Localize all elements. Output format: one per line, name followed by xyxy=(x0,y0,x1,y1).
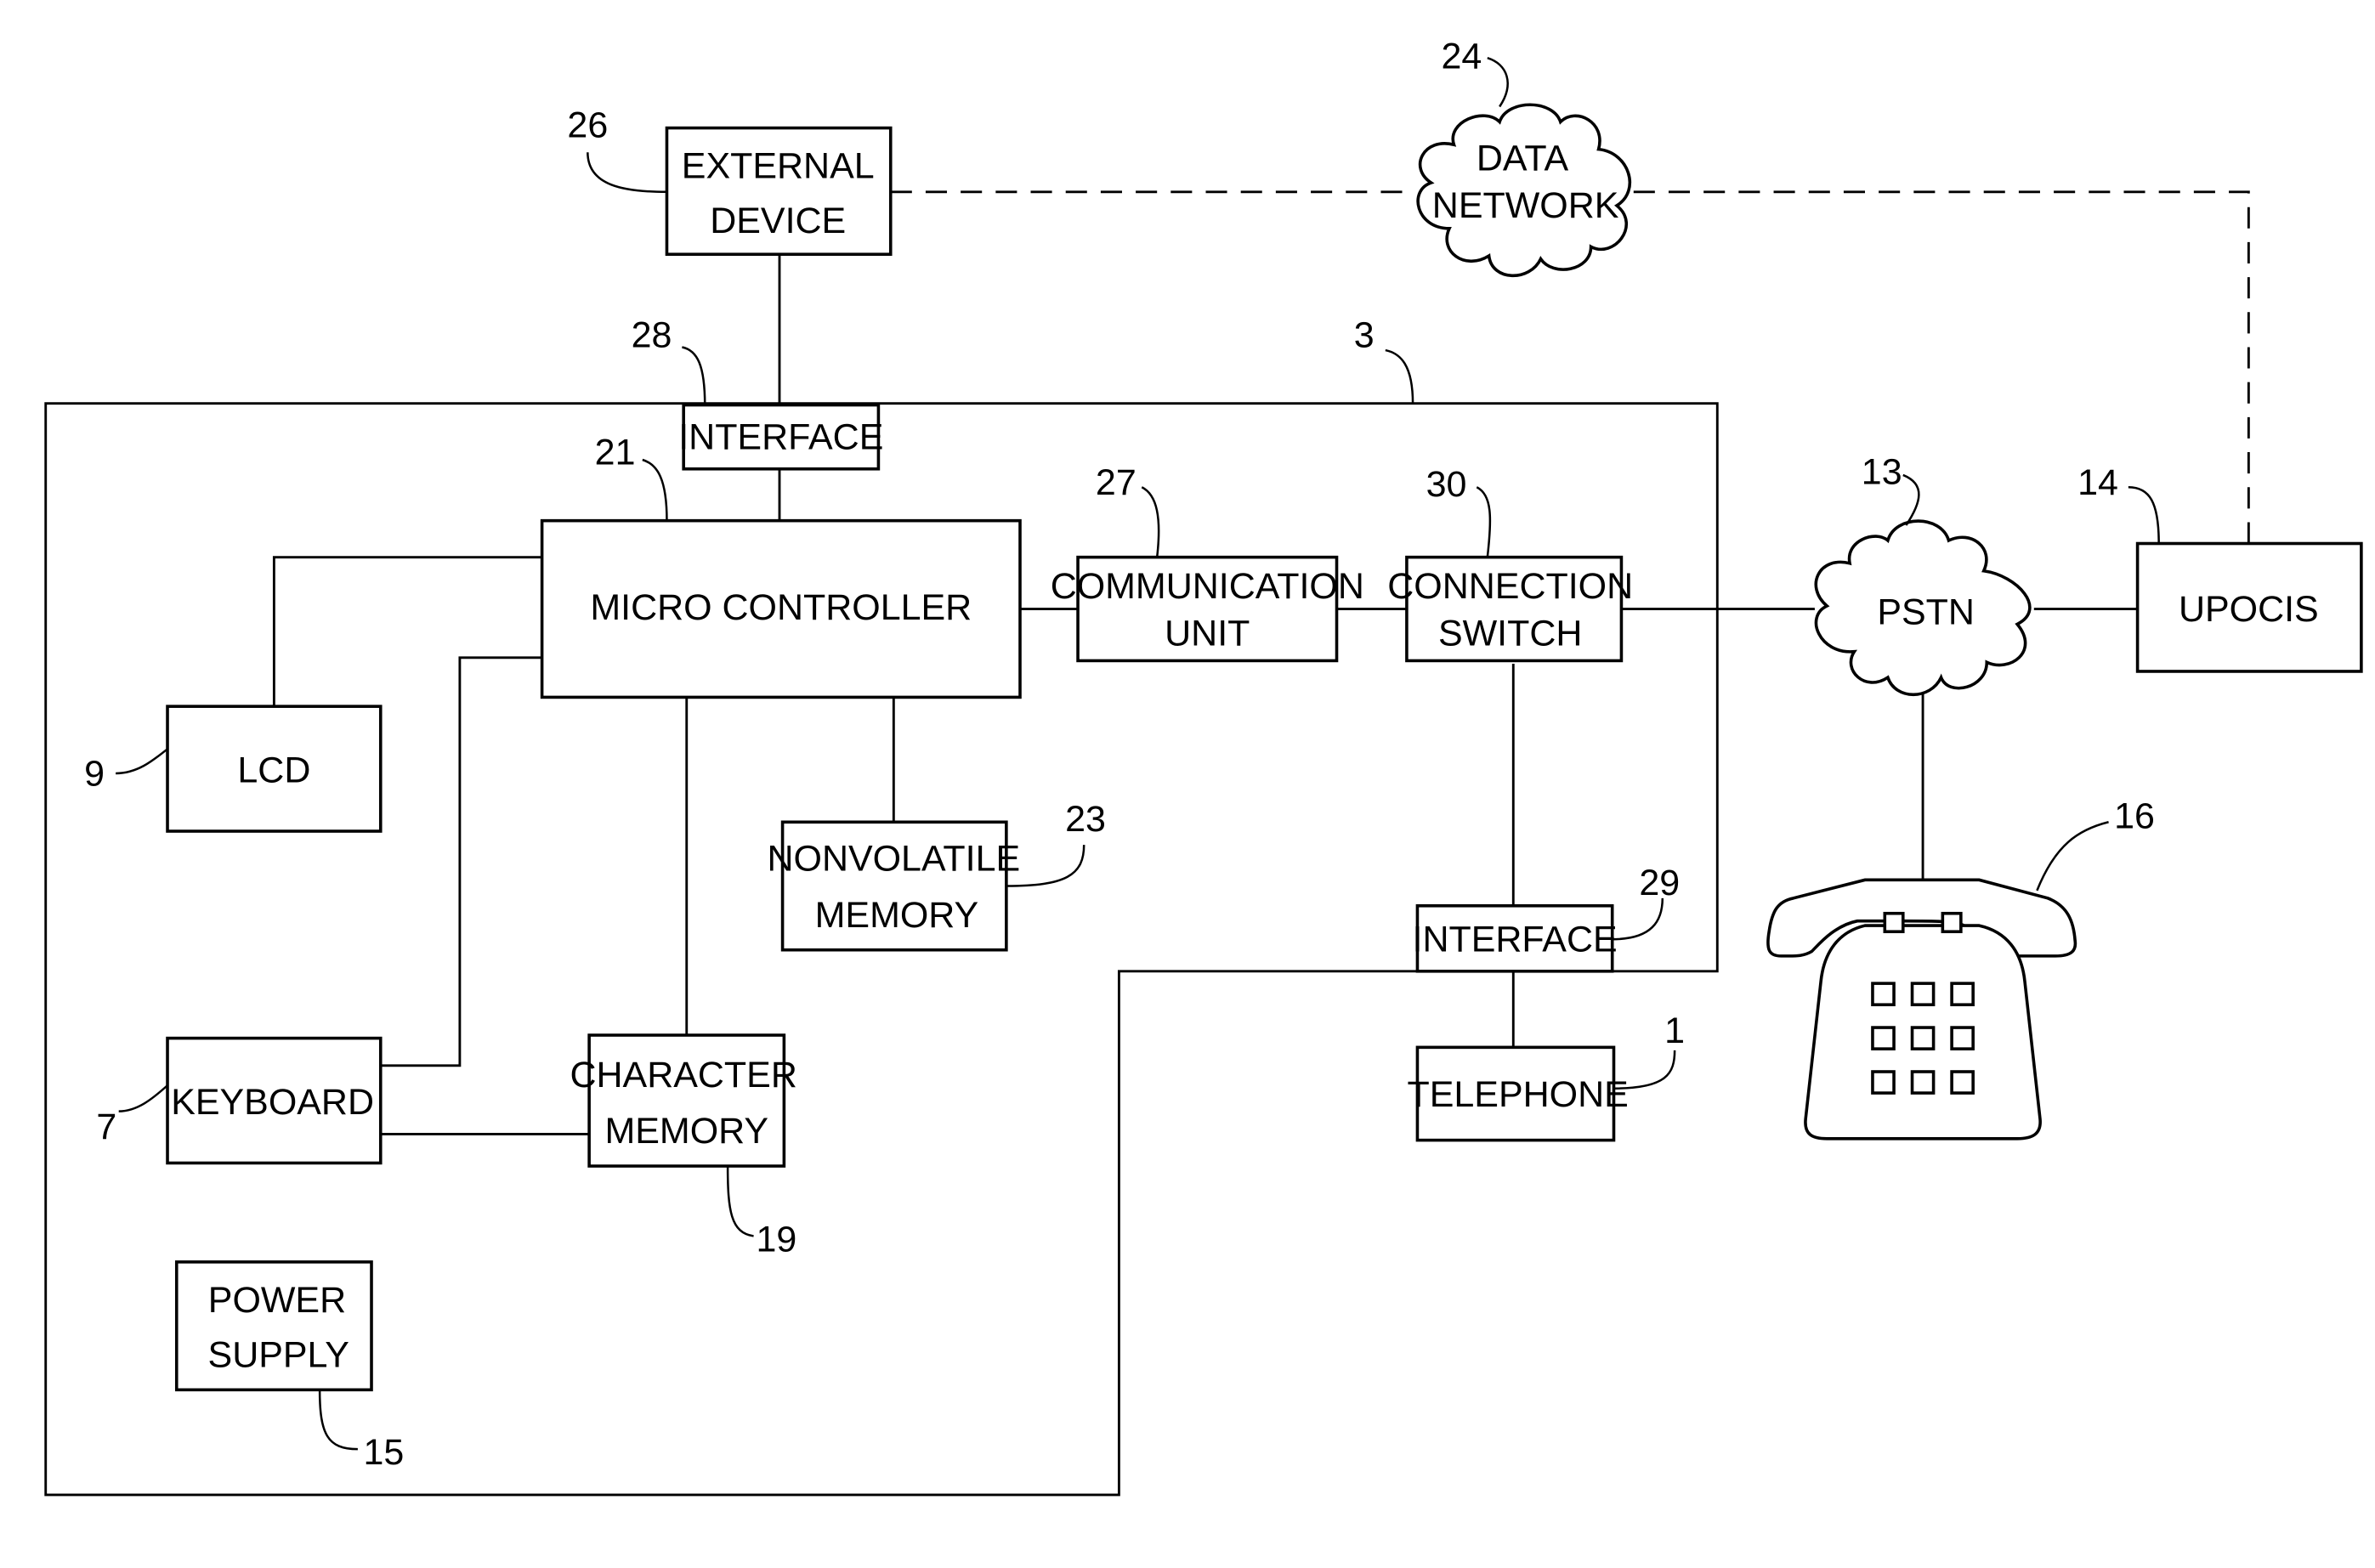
ref-7: 7 xyxy=(96,1107,116,1147)
connection-switch-label-2: SWITCH xyxy=(1438,614,1582,654)
power-supply-block: POWER SUPPLY xyxy=(174,1260,373,1392)
block-diagram: EXTERNAL DEVICE 26 DATA NETWORK 24 INTER… xyxy=(44,37,2363,1497)
pstn-cloud: PSTN xyxy=(1814,519,2032,697)
ref-15: 15 xyxy=(363,1432,404,1473)
telephone-label: TELEPHONE xyxy=(1408,1074,1629,1115)
external-device-block: EXTERNAL DEVICE xyxy=(665,126,893,257)
power-supply-label-2: SUPPLY xyxy=(208,1334,349,1375)
ref-1: 1 xyxy=(1664,1010,1685,1051)
telephone-block: TELEPHONE xyxy=(1408,1045,1629,1142)
ref-26: 26 xyxy=(567,105,608,145)
dashed-link-datanet-upocis xyxy=(1633,190,2250,544)
nonvolatile-memory-label-1: NONVOLATILE xyxy=(767,839,1020,880)
communication-unit-label-1: COMMUNICATION xyxy=(1051,566,1364,607)
micro-controller-block: MICRO CONTROLLER xyxy=(540,518,1022,699)
ref-23: 23 xyxy=(1065,799,1106,840)
upocis-block: UPOCIS xyxy=(2135,541,2363,673)
keyboard-label: KEYBOARD xyxy=(171,1082,374,1123)
lcd-label: LCD xyxy=(237,750,310,791)
data-network-cloud: DATA NETWORK xyxy=(1416,103,1632,278)
micro-controller-label: MICRO CONTROLLER xyxy=(590,587,972,628)
ref-24: 24 xyxy=(1441,37,1482,77)
link-mcu-lcd xyxy=(272,556,542,707)
external-device-label-2: DEVICE xyxy=(710,201,846,241)
ref-16: 16 xyxy=(2114,795,2155,836)
character-memory-label-1: CHARACTER xyxy=(570,1055,796,1095)
nonvolatile-memory-block: NONVOLATILE MEMORY xyxy=(767,820,1020,952)
ref-19: 19 xyxy=(757,1219,797,1259)
ref-30: 30 xyxy=(1426,464,1467,505)
communication-unit-block: COMMUNICATION UNIT xyxy=(1051,555,1364,663)
pstn-label: PSTN xyxy=(1877,592,1975,632)
connection-switch-label-1: CONNECTION xyxy=(1387,566,1633,607)
link-mcu-keyboard xyxy=(380,656,542,1067)
lcd-block: LCD xyxy=(166,705,383,833)
ref-28: 28 xyxy=(632,314,672,355)
ref-9: 9 xyxy=(84,753,105,794)
interface-bottom-label: INTERFACE xyxy=(1413,920,1618,960)
interface-bottom-block: INTERFACE xyxy=(1413,903,1618,973)
connection-switch-block: CONNECTION SWITCH xyxy=(1387,555,1633,663)
data-network-label-1: DATA xyxy=(1477,139,1569,179)
communication-unit-label-2: UNIT xyxy=(1165,614,1250,654)
ref-14: 14 xyxy=(2077,462,2118,503)
data-network-label-2: NETWORK xyxy=(1432,185,1619,226)
interface-top-label: INTERFACE xyxy=(678,416,883,457)
keypad-icon xyxy=(1871,982,1975,1095)
external-device-label-1: EXTERNAL xyxy=(682,146,875,187)
ref-29: 29 xyxy=(1639,863,1680,903)
telephone-icon xyxy=(1766,878,2077,1141)
character-memory-label-2: MEMORY xyxy=(604,1111,768,1152)
ref-21: 21 xyxy=(595,432,636,473)
power-supply-label-1: POWER xyxy=(208,1280,346,1321)
ref-3: 3 xyxy=(1354,314,1375,355)
character-memory-block: CHARACTER MEMORY xyxy=(570,1033,797,1168)
upocis-label: UPOCIS xyxy=(2179,589,2319,630)
nonvolatile-memory-label-2: MEMORY xyxy=(815,895,979,936)
keyboard-block: KEYBOARD xyxy=(166,1036,383,1165)
interface-top-block: INTERFACE xyxy=(678,403,883,471)
ref-13: 13 xyxy=(1862,452,1902,493)
ref-27: 27 xyxy=(1096,462,1136,503)
